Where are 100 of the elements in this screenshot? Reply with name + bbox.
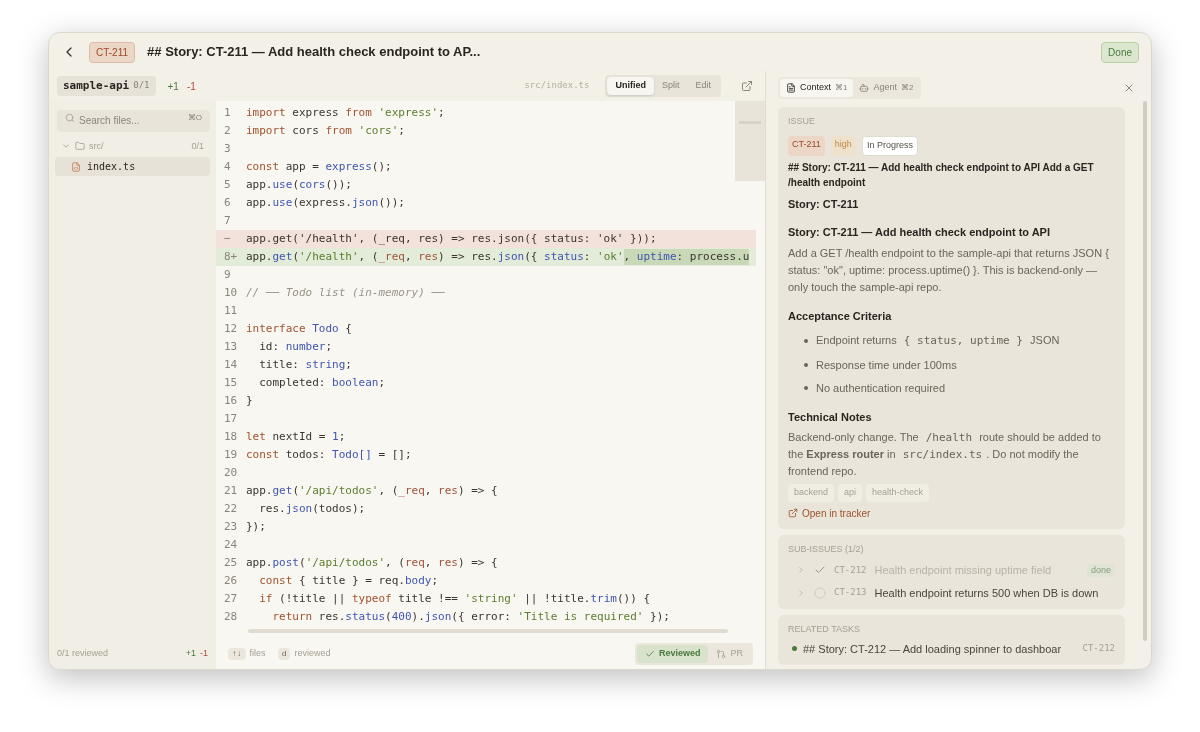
sub-issue-title: Health endpoint returns 500 when DB is down <box>874 585 1099 601</box>
hint-label: reviewed <box>294 647 331 661</box>
status-badge: Done <box>1101 41 1139 63</box>
folder-name: src/ <box>89 139 104 153</box>
code-line: app.use(cors()); <box>246 176 352 193</box>
bullet-icon <box>804 362 808 367</box>
code-line: } <box>246 392 253 409</box>
tag: backend <box>788 484 835 502</box>
line-number: 24 <box>223 536 239 553</box>
key-hint: d <box>277 648 291 660</box>
sub-issue-id: CT-212 <box>834 563 867 577</box>
chevron-icon <box>796 587 806 598</box>
line-number: 15 <box>223 374 239 391</box>
section-heading: ISSUE <box>788 114 816 128</box>
code-line: const app = express(); <box>246 158 392 175</box>
code-line: import cors from 'cors'; <box>246 122 405 139</box>
line-number: 12 <box>223 320 239 337</box>
file-path: src/index.ts <box>524 79 590 93</box>
story-label: Story: CT-211 <box>788 196 860 212</box>
criterion: Endpoint returns { status, uptime } JSON <box>816 333 1060 349</box>
description: Add a GET /health endpoint to the sample-api that returns JSON { status: "ok", uptime: process.uptime() }. This is backend-only — only touch the sample-api repo. <box>788 245 1110 295</box>
code-line: app.use(express.json()); <box>246 194 405 211</box>
panel-tab[interactable]: Context ⌘1 <box>780 79 854 97</box>
line-number: 6 <box>223 194 232 211</box>
folder-row[interactable]: src/ 0/1 <box>55 139 210 153</box>
panel-tab[interactable]: Agent ⌘2 <box>853 79 920 97</box>
code-line: title: string; <box>258 356 352 373</box>
notes-text: Backend-only change. The /health route should be added to the Express router in src/index.ts . Do not modify the frontend repo. <box>788 430 1102 479</box>
bullet-icon <box>804 338 808 343</box>
line-number: 18 <box>223 428 239 445</box>
story-title: Story: CT-211 — Add health check endpoint to API <box>788 225 1051 240</box>
line-number: 13 <box>223 338 239 355</box>
code-line: let nextId = 1; <box>246 428 346 445</box>
added-count: +1 <box>167 79 179 94</box>
chevron-icon <box>796 565 806 576</box>
section-heading: RELATED TASKS <box>788 623 862 636</box>
line-number: 28 <box>223 608 239 625</box>
folder-icon <box>75 141 85 152</box>
file-item[interactable]: index.ts <box>55 157 210 176</box>
removed-count: -1 <box>200 647 208 661</box>
criterion: Response time under 100ms <box>816 357 957 373</box>
line-number: 16 <box>223 392 239 409</box>
issue-summary: ## Story: CT-211 — Add health check endpoint to API Add a GET /health endpoint <box>788 160 1095 190</box>
line-number: 3 <box>223 140 232 157</box>
code-line: app.get('/health', (_req, res) => res.json({ status: 'ok' <box>246 248 624 265</box>
code-line: app.post('/api/todos', (req, res) => { <box>246 554 498 571</box>
code-line: id: number; <box>258 338 333 355</box>
repo-name: sample-api <box>63 77 130 94</box>
document-icon <box>786 82 796 93</box>
line-number: 11 <box>223 302 239 319</box>
sub-issue[interactable]: CT-213 Health endpoint returns 500 when DB is down <box>788 584 1115 601</box>
related-task[interactable]: ## Story: CT-212 — Add loading spinner to dashboar <box>803 640 1062 657</box>
added-count: +1 <box>185 647 196 661</box>
line-number: 26 <box>223 572 239 589</box>
open-external-icon[interactable] <box>741 80 753 92</box>
tracker-link[interactable]: Open in tracker <box>788 505 1115 521</box>
view-tab[interactable]: Split <box>653 77 688 95</box>
notes-heading: Technical Notes <box>788 409 873 425</box>
criteria-heading: Acceptance Criteria <box>788 308 893 324</box>
code-line: app.get('/api/todos', (_req, res) => { <box>246 482 498 499</box>
line-number: 10 <box>223 284 239 301</box>
line-number: 19 <box>223 446 239 463</box>
line-number: − <box>223 230 232 247</box>
sub-issue-id: CT-213 <box>834 586 867 599</box>
external-link-icon <box>788 508 798 518</box>
code-line: return res.status(400).json({ error: 'Title is required' }); <box>271 608 670 625</box>
inserted-code: , uptime: process.u <box>623 248 750 266</box>
code-line: res.json(todos); <box>258 500 366 517</box>
hint-label: files <box>249 647 266 661</box>
code-line: app.get('/health', (_req, res) => res.json({ status: 'ok' })); <box>246 230 657 247</box>
removed-count: -1 <box>186 79 196 94</box>
search-icon <box>65 113 75 123</box>
line-number: 2 <box>223 122 232 139</box>
line-number: 9 <box>223 266 232 283</box>
view-tab[interactable]: Edit <box>687 77 719 95</box>
line-number: 25 <box>223 554 239 571</box>
tag: health-check <box>866 484 930 502</box>
line-number: 7 <box>223 212 232 229</box>
view-tab[interactable]: Unified <box>607 77 654 95</box>
issue-badge: CT-211 <box>89 41 136 63</box>
pr-button[interactable]: PR <box>708 645 751 663</box>
reviewed-button[interactable]: Reviewed <box>636 645 709 663</box>
pull-request-icon <box>716 649 727 659</box>
code-line: // ── Todo list (in-memory) ── <box>246 284 445 301</box>
line-number: 5 <box>223 176 232 193</box>
line-number: 21 <box>223 482 239 499</box>
robot-icon <box>859 82 870 93</box>
section-heading: SUB-ISSUES (1/2) <box>788 542 865 556</box>
done-badge: done <box>1086 563 1115 577</box>
reviewed-count: 0/1 reviewed <box>57 647 109 661</box>
criterion: No authentication required <box>816 381 946 396</box>
line-number: 1 <box>223 104 232 121</box>
tag: api <box>838 484 863 502</box>
code-line: import express from 'express'; <box>246 104 445 121</box>
line-number: 14 <box>223 356 239 373</box>
repo-count: 0/1 <box>133 79 150 93</box>
code-line: }); <box>246 518 266 535</box>
line-number: 23 <box>223 518 239 535</box>
line-number: 4 <box>223 158 232 175</box>
folder-count: 0/1 <box>191 139 204 153</box>
